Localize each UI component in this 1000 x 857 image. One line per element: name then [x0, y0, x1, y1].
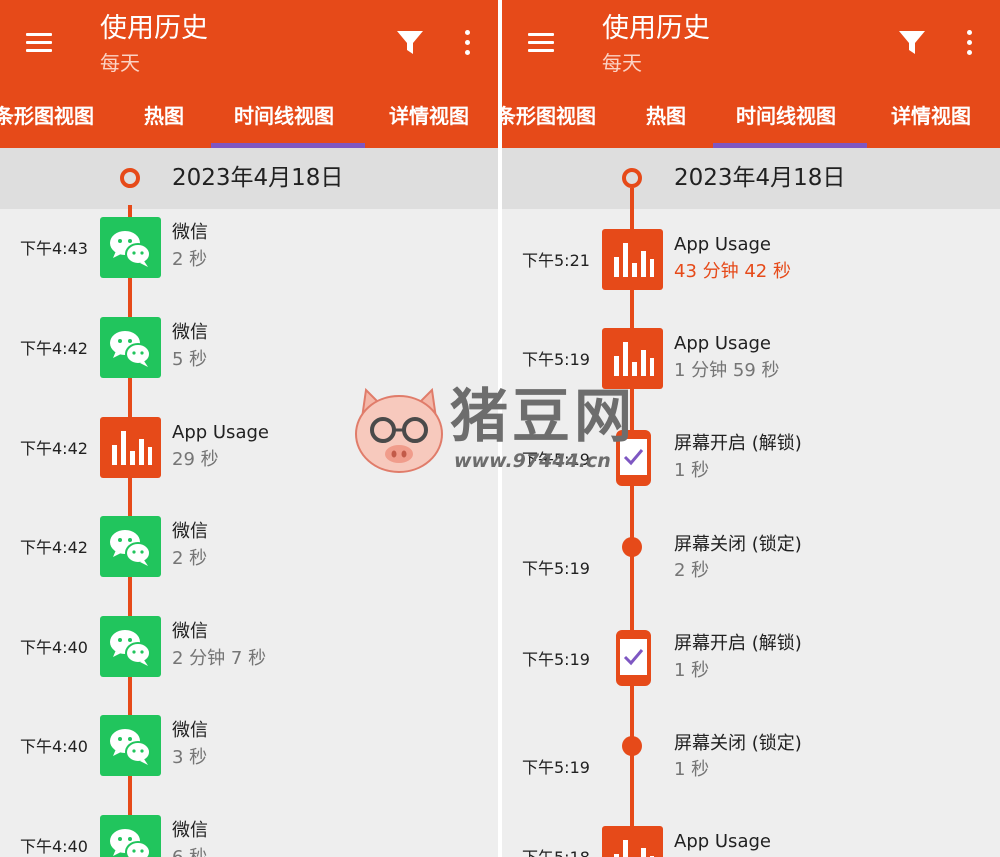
date-label: 2023年4月18日: [674, 165, 846, 191]
timeline-entry[interactable]: 下午5:19 屏幕开启 (解锁) 1 秒: [502, 428, 1000, 498]
timeline-dot-icon: [622, 537, 642, 557]
timeline-entry[interactable]: 下午4:40 微信 2 分钟 7 秒: [0, 616, 498, 686]
timeline-entry[interactable]: 下午4:42 微信 5 秒: [0, 317, 498, 387]
entry-time: 下午5:19: [522, 450, 590, 469]
app-usage-icon: [100, 417, 161, 478]
entry-time: 下午4:42: [20, 439, 88, 458]
entry-time: 下午5:19: [522, 559, 590, 578]
entry-time: 下午4:40: [20, 638, 88, 657]
timeline-entry[interactable]: 下午4:40 微信 3 秒: [0, 715, 498, 785]
timeline-entry[interactable]: 下午4:42 App Usage 29 秒: [0, 417, 498, 487]
app-bar: 使用历史 每天 条形图视图 热图 时间线视图 详情视图: [502, 0, 1000, 148]
tab-bar-chart-view[interactable]: 条形图视图: [502, 98, 596, 136]
entry-duration: 1 秒: [674, 660, 710, 681]
entry-duration: 2 秒: [172, 249, 208, 270]
wechat-icon: [100, 516, 161, 577]
date-label: 2023年4月18日: [172, 165, 344, 191]
tab-timeline-view[interactable]: 时间线视图: [234, 98, 334, 136]
entry-app-name: 微信: [172, 720, 208, 741]
left-screen: 使用历史 每天 条形图视图 热图 时间线视图 详情视图 2023年4月18日 下…: [0, 0, 498, 857]
more-options-icon[interactable]: [458, 28, 478, 58]
entry-app-name: App Usage: [674, 831, 771, 852]
entry-app-name: 微信: [172, 820, 208, 841]
page-title: 使用历史: [100, 13, 208, 44]
entry-duration: 3 秒: [172, 747, 208, 768]
right-screen: 使用历史 每天 条形图视图 热图 时间线视图 详情视图 2023年4月18日 下…: [502, 0, 1000, 857]
timeline-entry[interactable]: 下午4:40 微信 6 秒: [0, 815, 498, 857]
entry-duration: 2 秒: [674, 560, 710, 581]
entry-time: 下午5:21: [522, 251, 590, 270]
entry-time: 下午4:42: [20, 339, 88, 358]
tab-detail-view[interactable]: 详情视图: [891, 98, 971, 136]
entry-app-name: 微信: [172, 621, 208, 642]
timeline-entry[interactable]: 下午5:19 屏幕关闭 (锁定) 2 秒: [502, 534, 1000, 607]
entry-duration: 6 秒: [172, 846, 207, 857]
entry-event-name: 屏幕关闭 (锁定): [674, 534, 802, 555]
page-subtitle: 每天: [602, 51, 642, 75]
page-title: 使用历史: [602, 13, 710, 44]
date-header: 2023年4月18日: [0, 148, 498, 209]
entry-duration: 29 秒: [172, 449, 219, 470]
entry-duration: 5 秒: [172, 349, 208, 370]
entry-time: 下午5:19: [522, 650, 590, 669]
app-usage-icon: [602, 328, 663, 389]
timeline-entry[interactable]: 下午4:43 微信 2 秒: [0, 217, 498, 287]
timeline-dot-icon: [622, 736, 642, 756]
entry-app-name: App Usage: [674, 234, 771, 255]
entry-time: 下午4:40: [20, 737, 88, 756]
entry-app-name: App Usage: [674, 333, 771, 354]
entry-duration: 1 分钟 59 秒: [674, 360, 780, 381]
app-usage-icon: [602, 229, 663, 290]
entry-app-name: 微信: [172, 322, 208, 343]
wechat-icon: [100, 715, 161, 776]
entry-app-name: 微信: [172, 222, 208, 243]
app-bar: 使用历史 每天 条形图视图 热图 时间线视图 详情视图: [0, 0, 498, 148]
wechat-icon: [100, 317, 161, 378]
filter-icon[interactable]: [898, 30, 926, 56]
timeline-entry[interactable]: 下午4:42 微信 2 秒: [0, 516, 498, 586]
entry-duration: 1 秒: [674, 759, 710, 780]
screen-unlock-icon: [616, 630, 651, 686]
tab-heatmap[interactable]: 热图: [646, 98, 686, 136]
timeline-entry[interactable]: 下午5:18 App Usage: [502, 826, 1000, 857]
screenshot-comparison: 使用历史 每天 条形图视图 热图 时间线视图 详情视图 2023年4月18日 下…: [0, 0, 1000, 857]
timeline-start-node: [120, 168, 140, 188]
app-usage-icon: [602, 826, 663, 857]
wechat-icon: [100, 217, 161, 278]
filter-icon[interactable]: [396, 30, 424, 56]
timeline-entry[interactable]: 下午5:19 屏幕开启 (解锁) 1 秒: [502, 628, 1000, 698]
page-subtitle: 每天: [100, 51, 140, 75]
entry-event-name: 屏幕开启 (解锁): [674, 633, 802, 654]
timeline-entry[interactable]: 下午5:19 App Usage 1 分钟 59 秒: [502, 328, 1000, 398]
entry-time: 下午5:19: [522, 350, 590, 369]
entry-time: 下午5:18: [522, 848, 590, 857]
wechat-icon: [100, 616, 161, 677]
timeline-entry[interactable]: 下午5:19 屏幕关闭 (锁定) 1 秒: [502, 733, 1000, 806]
screen-unlock-icon: [616, 430, 651, 486]
entry-event-name: 屏幕开启 (解锁): [674, 433, 802, 454]
tab-heatmap[interactable]: 热图: [144, 98, 184, 136]
tab-detail-view[interactable]: 详情视图: [389, 98, 469, 136]
entry-app-name: 微信: [172, 521, 208, 542]
entry-time: 下午5:19: [522, 758, 590, 777]
entry-duration: 1 秒: [674, 460, 710, 481]
entry-app-name: App Usage: [172, 422, 269, 443]
entry-duration: 43 分钟 42 秒: [674, 261, 791, 282]
entry-duration: 2 秒: [172, 548, 208, 569]
entry-duration: 2 分钟 7 秒: [172, 648, 267, 669]
entry-time: 下午4:43: [20, 239, 88, 258]
menu-icon[interactable]: [24, 30, 56, 56]
timeline-entry[interactable]: 下午5:21 App Usage 43 分钟 42 秒: [502, 229, 1000, 299]
entry-time: 下午4:42: [20, 538, 88, 557]
entry-time: 下午4:40: [20, 837, 88, 856]
menu-icon[interactable]: [526, 30, 558, 56]
wechat-icon: [100, 815, 161, 857]
entry-event-name: 屏幕关闭 (锁定): [674, 733, 802, 754]
timeline-start-node: [622, 168, 642, 188]
tab-timeline-view[interactable]: 时间线视图: [736, 98, 836, 136]
more-options-icon[interactable]: [960, 28, 980, 58]
date-header: 2023年4月18日: [502, 148, 1000, 209]
tab-bar-chart-view[interactable]: 条形图视图: [0, 98, 94, 136]
